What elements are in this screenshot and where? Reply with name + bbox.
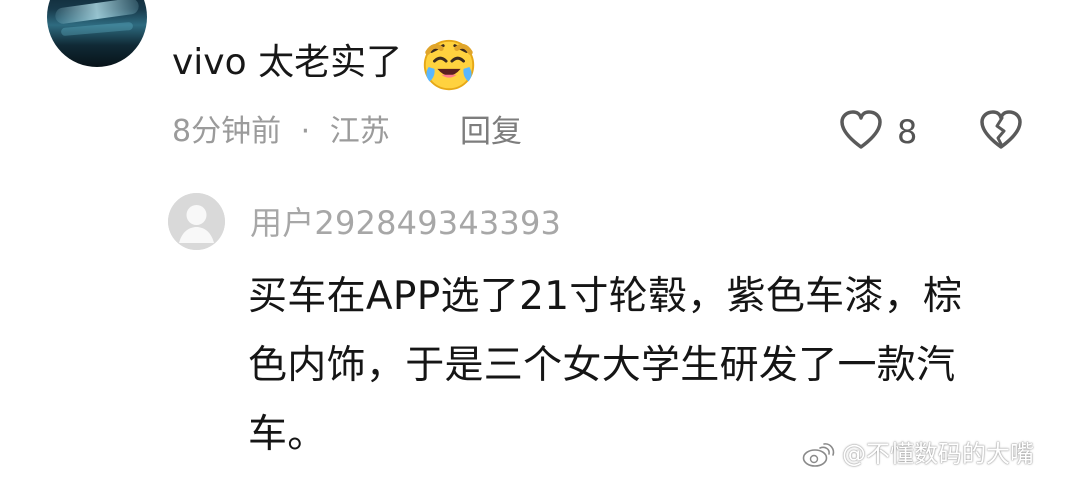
like-count: 8	[897, 113, 918, 151]
laughing-crying-face-icon	[423, 39, 475, 91]
watermark-text: @不懂数码的大嘴	[842, 440, 1034, 468]
comment-author-avatar[interactable]	[47, 0, 147, 67]
heart-icon[interactable]	[837, 108, 885, 156]
default-avatar-icon	[168, 193, 225, 250]
weibo-logo-icon	[802, 443, 835, 467]
comment-text: vivo 太老实了	[172, 42, 403, 83]
watermark: @不懂数码的大嘴	[800, 436, 1034, 472]
reply-button[interactable]: 回复	[460, 112, 522, 152]
reply-line: 买车在APP选了21寸轮毂，紫色车漆，棕	[248, 274, 963, 319]
comment-time: 8分钟前	[172, 114, 282, 149]
reply-user-avatar[interactable]	[168, 193, 225, 250]
dislike-button[interactable]	[977, 108, 1025, 156]
meta-separator: ·	[300, 114, 311, 149]
reply-line: 色内饰，于是三个女大学生研发了一款汽	[248, 343, 956, 388]
like-button[interactable]: 8	[837, 108, 917, 156]
broken-heart-icon[interactable]	[977, 108, 1025, 156]
comment-location: 江苏	[329, 114, 390, 149]
comment-meta: 8分钟前 · 江苏	[172, 112, 390, 152]
reply-username[interactable]: 用户292849343393	[250, 203, 561, 243]
